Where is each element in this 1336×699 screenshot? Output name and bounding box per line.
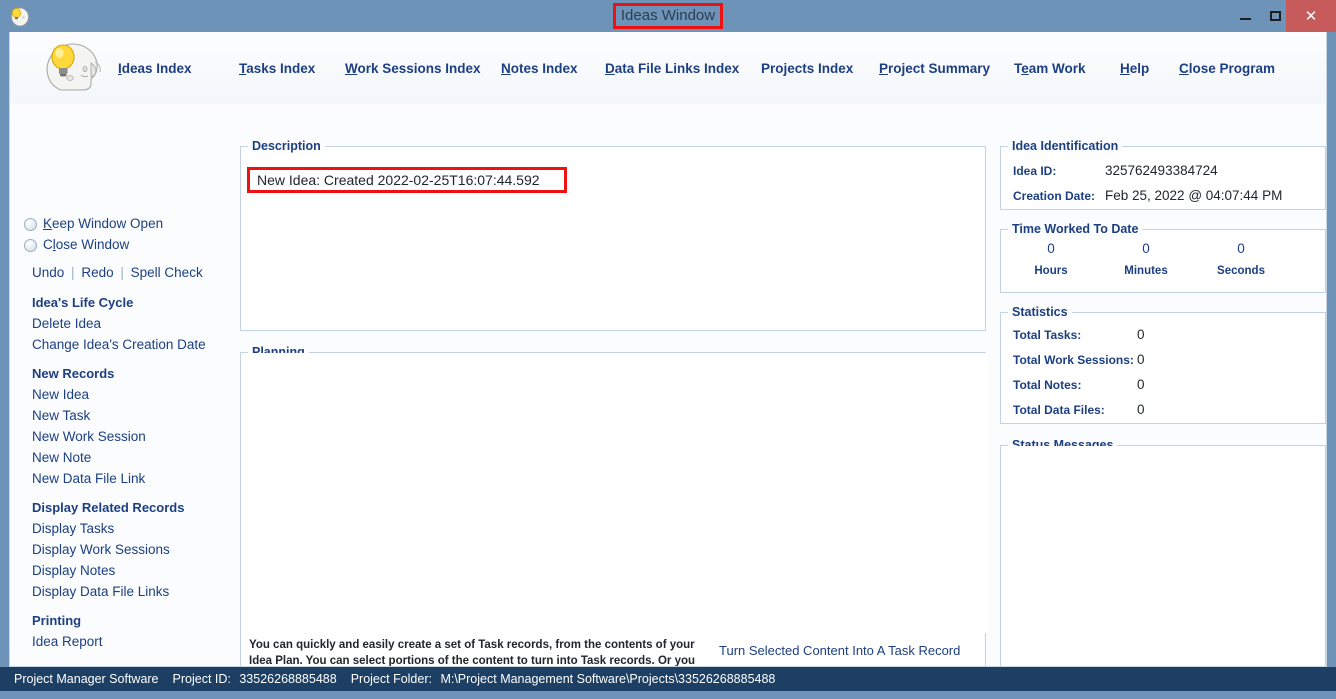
maximize-icon <box>1269 11 1281 21</box>
sidebar: Keep Window Open Close Window Undo | Redo… <box>10 104 232 666</box>
statistic-value: 0 <box>1137 327 1145 342</box>
statistic-key: Total Data Files: <box>1013 403 1105 417</box>
project-folder-label: Project Folder: <box>350 672 432 686</box>
statistic-key: Total Work Sessions: <box>1013 353 1134 367</box>
statistic-value: 0 <box>1137 352 1145 367</box>
radio-keep-window-open[interactable]: Keep Window Open <box>24 215 163 233</box>
divider-1: | <box>71 265 75 280</box>
nav-item-close-program[interactable]: Close Program <box>1179 61 1275 77</box>
status-bar: Project Manager Software Project ID: 335… <box>0 667 1336 691</box>
time-unit-label: Minutes <box>1124 265 1168 277</box>
nav-item-data-file-links-index[interactable]: Data File Links Index <box>605 61 739 77</box>
radio-circle-icon <box>24 238 37 252</box>
project-folder-value: M:\Project Management Software\Projects\… <box>440 672 776 686</box>
nav-item-projects-index[interactable]: Projects Index <box>761 61 853 77</box>
sidebar-item-display-data-file-links[interactable]: Display Data File Links <box>32 584 169 600</box>
radio-close-window[interactable]: Close Window <box>24 236 129 254</box>
lightbulb-head-icon <box>39 38 105 96</box>
app-name-label: Project Manager Software <box>14 672 159 686</box>
radio-label: Keep Window Open <box>43 216 164 231</box>
nav-item-ideas-index[interactable]: Ideas Index <box>118 61 192 77</box>
time-value: 0 <box>1237 241 1245 256</box>
time-worked-panel: Time Worked To Date 0 Hours 0 Minutes 0 Secon… <box>1000 222 1326 293</box>
time-unit-label: Seconds <box>1217 265 1265 277</box>
statistic-key: Total Tasks: <box>1013 328 1082 342</box>
sidebar-item-display-tasks[interactable]: Display Tasks <box>32 521 114 537</box>
idea-identification-label: Idea Identification <box>1008 139 1123 153</box>
sidebar-item-display-work-sessions[interactable]: Display Work Sessions <box>32 542 170 558</box>
sidebar-item-new-task[interactable]: New Task <box>32 408 90 424</box>
project-id-label: Project ID: <box>172 672 231 686</box>
undo-button[interactable]: Undo <box>32 265 64 280</box>
turn-selected-into-task-link[interactable]: Turn Selected Content Into A Task Record <box>719 643 979 659</box>
radio-label: Close Window <box>43 237 130 252</box>
nav-item-help[interactable]: Help <box>1120 61 1149 77</box>
nav-item-project-summary[interactable]: Project Summary <box>879 61 990 77</box>
sidebar-heading-printing: Printing <box>32 613 82 628</box>
statistic-key: Total Notes: <box>1013 378 1082 392</box>
statistics-panel: Statistics Total Tasks: 0 Total Work Sessi… <box>1000 305 1326 424</box>
time-cell-minutes: 0 Minutes <box>1106 240 1186 279</box>
nav-item-tasks-index[interactable]: Tasks Index <box>239 61 315 77</box>
divider-2: | <box>120 265 124 280</box>
sidebar-item-new-idea[interactable]: New Idea <box>32 387 89 403</box>
window-title-container: Ideas Window <box>0 3 1336 29</box>
ident-key: Creation Date: <box>1013 189 1096 203</box>
ident-key: Idea ID: <box>1013 164 1057 178</box>
close-button[interactable]: ✕ <box>1286 0 1336 32</box>
time-unit-label: Hours <box>1034 265 1068 277</box>
close-icon: ✕ <box>1304 7 1318 25</box>
sidebar-item-delete-idea[interactable]: Delete Idea <box>32 316 101 332</box>
spell-check-button[interactable]: Spell Check <box>131 265 203 280</box>
sidebar-item-new-note[interactable]: New Note <box>32 450 91 466</box>
minimize-icon <box>1239 17 1251 20</box>
sidebar-heading-new-records: New Records <box>32 366 115 381</box>
title-bar: Ideas Window ✕ <box>0 0 1336 32</box>
project-id-group: Project ID: 33526268885488 <box>173 672 337 686</box>
time-value: 0 <box>1047 241 1055 256</box>
time-worked-label: Time Worked To Date <box>1008 222 1143 236</box>
nav-item-work-sessions-index[interactable]: Work Sessions Index <box>345 61 481 77</box>
project-id-value: 33526268885488 <box>239 672 337 686</box>
statistic-value: 0 <box>1137 377 1145 392</box>
description-panel: Description New Idea: Created 2022-02-25… <box>240 139 986 331</box>
radio-circle-icon <box>24 217 37 231</box>
idea-identification-panel: Idea Identification Idea ID: 325762493384… <box>1000 139 1326 210</box>
header-bar: Ideas Index Tasks Index Work Sessions Inde… <box>10 32 1326 104</box>
statistics-label: Statistics <box>1008 305 1072 319</box>
sidebar-item-display-notes[interactable]: Display Notes <box>32 563 115 579</box>
planning-input[interactable] <box>241 353 987 633</box>
time-value: 0 <box>1142 241 1150 256</box>
project-folder-group: Project Folder: M:\Project Management So… <box>351 672 776 686</box>
client-area: Ideas Index Tasks Index Work Sessions Inde… <box>9 32 1327 667</box>
sidebar-heading-idea-s-life-cycle: Idea's Life Cycle <box>32 295 134 310</box>
window-bottom-strip <box>0 691 1336 699</box>
description-panel-label: Description <box>248 139 325 153</box>
status-bar-content: Project Manager Software Project ID: 335… <box>14 667 789 691</box>
sidebar-item-new-data-file-link[interactable]: New Data File Link <box>32 471 145 487</box>
status-messages-input[interactable] <box>1001 446 1325 666</box>
planning-panel: Planning You can quickly and easily crea… <box>240 345 987 667</box>
sidebar-item-change-idea-s-creation-date[interactable]: Change Idea's Creation Date <box>32 337 206 353</box>
ident-value: 325762493384724 <box>1105 163 1218 178</box>
nav-item-notes-index[interactable]: Notes Index <box>501 61 578 77</box>
time-cell-seconds: 0 Seconds <box>1201 240 1281 279</box>
application-window: Ideas Window ✕ Ideas Index Tasks Index W… <box>0 0 1336 699</box>
idea-head-icon <box>8 5 30 27</box>
statistic-value: 0 <box>1137 402 1145 417</box>
redo-button[interactable]: Redo <box>81 265 113 280</box>
sidebar-heading-display-related-records: Display Related Records <box>32 500 185 515</box>
planning-actions: Turn Selected Content Into A Task Record… <box>719 643 979 666</box>
sidebar-item-new-work-session[interactable]: New Work Session <box>32 429 146 445</box>
description-value[interactable]: New Idea: Created 2022-02-25T16:07:44.59… <box>257 172 540 188</box>
time-cell-hours: 0 Hours <box>1011 240 1091 279</box>
status-messages-panel: Status Messages <box>1000 438 1326 666</box>
main-navigation: Ideas Index Tasks Index Work Sessions Inde… <box>118 61 1318 83</box>
planning-help-text: You can quickly and easily create a set … <box>249 639 696 667</box>
sidebar-item-idea-report[interactable]: Idea Report <box>32 634 103 650</box>
page-title: Ideas Window <box>612 3 724 29</box>
nav-item-team-work[interactable]: Team Work <box>1014 61 1086 77</box>
edit-actions-row: Undo | Redo | Spell Check <box>32 265 203 281</box>
ident-value: Feb 25, 2022 @ 04:07:44 PM <box>1105 188 1283 203</box>
